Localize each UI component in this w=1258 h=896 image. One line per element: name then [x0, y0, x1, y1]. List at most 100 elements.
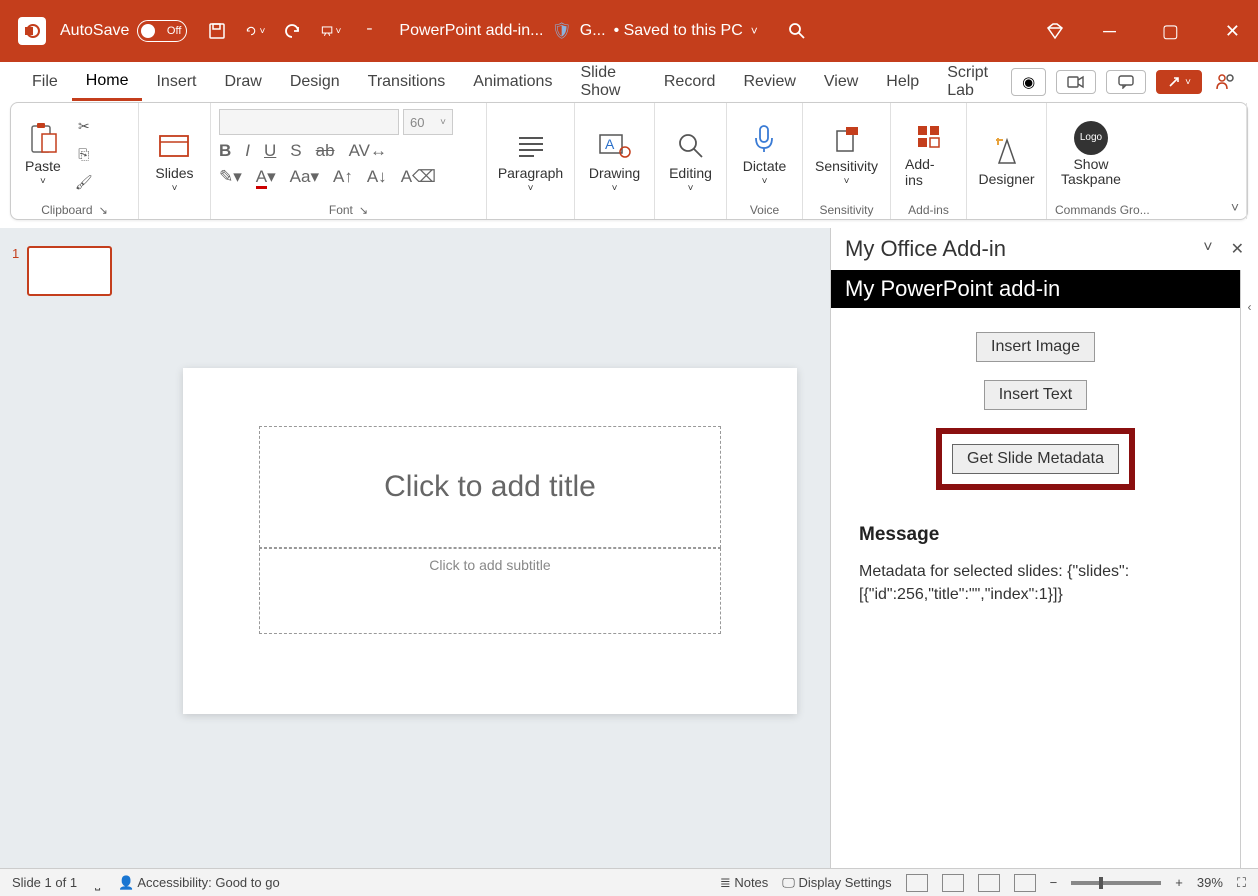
slideshow-view-icon[interactable] [1014, 874, 1036, 892]
cut-icon[interactable]: ✂ [73, 115, 95, 137]
collab-icon[interactable] [1212, 69, 1240, 95]
font-size-dropdown[interactable]: 60˅ [403, 109, 453, 135]
zoom-level[interactable]: 39% [1197, 875, 1223, 890]
diamond-icon[interactable] [1045, 21, 1065, 41]
clear-format-icon[interactable]: A⌫ [401, 167, 436, 187]
teams-button[interactable] [1056, 70, 1096, 94]
dictate-button[interactable]: Dictate ˅ [737, 118, 793, 191]
font-launcher-icon[interactable]: ↘ [359, 204, 368, 217]
main-area: 1 Click to add title Click to add subtit… [0, 228, 1258, 868]
present-icon[interactable]: ˅ [321, 21, 341, 41]
taskpane-banner: My PowerPoint add-in [831, 270, 1240, 308]
tab-home[interactable]: Home [72, 64, 143, 101]
tab-view[interactable]: View [810, 65, 872, 99]
zoom-slider[interactable] [1071, 881, 1161, 885]
editing-button[interactable]: Editing ˅ [663, 125, 718, 198]
save-status-dropdown-icon[interactable]: ˅ [751, 24, 758, 38]
shrink-font-icon[interactable]: A↓ [367, 167, 387, 187]
get-slide-metadata-button[interactable]: Get Slide Metadata [952, 444, 1119, 474]
zoom-out-icon[interactable]: − [1050, 875, 1058, 890]
addins-button[interactable]: Add-ins [899, 116, 958, 192]
format-painter-icon[interactable]: 🖌 [73, 171, 95, 193]
document-name[interactable]: PowerPoint add-in... [399, 22, 543, 40]
autosave-toggle[interactable]: AutoSave Off [60, 20, 187, 42]
get-metadata-highlight: Get Slide Metadata [936, 428, 1135, 490]
italic-icon[interactable]: I [245, 141, 250, 161]
insert-text-button[interactable]: Insert Text [984, 380, 1088, 410]
designer-button[interactable]: Designer [972, 131, 1040, 191]
underline-icon[interactable]: U [264, 141, 276, 161]
slide-canvas[interactable]: Click to add title Click to add subtitle [183, 368, 797, 714]
editing-label: Editing [669, 165, 712, 181]
sensitivity-button[interactable]: Sensitivity ˅ [809, 118, 884, 191]
spacing-icon[interactable]: AV↔ [349, 141, 387, 161]
slide-thumbnail-1[interactable]: 1 [12, 246, 138, 296]
ribbon: Paste ˅ ✂ ⎘ 🖌 Clipboard↘ Slides ˅ 60 [10, 102, 1248, 220]
display-settings-button[interactable]: 🖵 Display Settings [782, 875, 891, 891]
taskpane-dropdown-icon[interactable]: ˅ [1203, 239, 1212, 259]
taskpane: My Office Add-in ˅ ✕ My PowerPoint add-i… [830, 228, 1258, 868]
redo-icon[interactable] [283, 21, 303, 41]
slides-button[interactable]: Slides ˅ [149, 125, 199, 198]
accessibility-status[interactable]: 👤 Accessibility: Good to go [118, 875, 279, 891]
tab-animations[interactable]: Animations [459, 65, 566, 99]
clipboard-launcher-icon[interactable]: ↘ [99, 204, 108, 217]
shadow-icon[interactable]: S [290, 141, 301, 161]
tab-insert[interactable]: Insert [142, 65, 210, 99]
tab-scriptlab[interactable]: Script Lab [933, 56, 1011, 108]
tab-transitions[interactable]: Transitions [354, 65, 460, 99]
close-button[interactable]: ✕ [1217, 21, 1248, 42]
share-button[interactable]: ˅ [1156, 70, 1202, 94]
drawing-button[interactable]: A Drawing ˅ [583, 125, 646, 198]
reading-view-icon[interactable] [978, 874, 1000, 892]
app-icon[interactable] [18, 17, 46, 45]
tab-slideshow[interactable]: Slide Show [566, 56, 649, 108]
highlight-icon[interactable]: ✎▾ [219, 167, 242, 187]
change-case-icon[interactable]: Aa▾ [290, 167, 319, 187]
grow-font-icon[interactable]: A↑ [333, 167, 353, 187]
strikethrough-icon[interactable]: ab [316, 141, 335, 161]
minimize-button[interactable]: ─ [1095, 21, 1124, 42]
taskpane-expand-handle[interactable]: ‹ [1240, 270, 1258, 868]
tab-design[interactable]: Design [276, 65, 354, 99]
font-family-dropdown[interactable] [219, 109, 399, 135]
tab-record[interactable]: Record [650, 65, 730, 99]
normal-view-icon[interactable] [906, 874, 928, 892]
tab-review[interactable]: Review [729, 65, 809, 99]
camera-button[interactable]: ◉ [1011, 68, 1046, 96]
comments-button[interactable] [1106, 70, 1146, 94]
zoom-in-icon[interactable]: + [1175, 875, 1183, 890]
user-initial[interactable]: G... [580, 22, 606, 40]
taskpane-close-icon[interactable]: ✕ [1231, 239, 1244, 259]
bold-icon[interactable]: B [219, 141, 231, 161]
paragraph-label: Paragraph [498, 165, 563, 181]
paste-button[interactable]: Paste ˅ [19, 118, 67, 191]
drawing-label: Drawing [589, 165, 640, 181]
notes-button[interactable]: ≣ Notes [720, 875, 768, 891]
copy-icon[interactable]: ⎘ [73, 143, 95, 165]
slide-counter[interactable]: Slide 1 of 1 [12, 875, 77, 890]
show-taskpane-button[interactable]: Logo ShowTaskpane [1055, 117, 1127, 192]
spellcheck-icon[interactable]: ⎵ [95, 875, 100, 891]
accessibility-text: Accessibility: Good to go [137, 875, 279, 890]
save-status[interactable]: • Saved to this PC [614, 22, 743, 40]
tab-draw[interactable]: Draw [210, 65, 275, 99]
maximize-button[interactable]: ▢ [1154, 21, 1187, 42]
slide-editor[interactable]: Click to add title Click to add subtitle [150, 228, 830, 868]
fit-to-window-icon[interactable]: ⛶ [1237, 875, 1246, 891]
tab-file[interactable]: File [18, 65, 72, 99]
addins-group-label: Add-ins [908, 203, 949, 217]
font-color-icon[interactable]: A▾ [256, 167, 276, 187]
shield-icon[interactable]: 🛡 [551, 21, 571, 41]
insert-image-button[interactable]: Insert Image [976, 332, 1095, 362]
subtitle-placeholder[interactable]: Click to add subtitle [259, 548, 721, 634]
undo-icon[interactable]: ˅ [245, 21, 265, 41]
ribbon-collapse-icon[interactable]: ˅ [1231, 199, 1239, 215]
search-icon[interactable] [788, 22, 806, 40]
qat-overflow-icon[interactable]: ⁼ [359, 21, 379, 41]
tab-help[interactable]: Help [872, 65, 933, 99]
save-icon[interactable] [207, 21, 227, 41]
paragraph-button[interactable]: Paragraph ˅ [492, 125, 569, 198]
sorter-view-icon[interactable] [942, 874, 964, 892]
title-placeholder[interactable]: Click to add title [259, 426, 721, 548]
